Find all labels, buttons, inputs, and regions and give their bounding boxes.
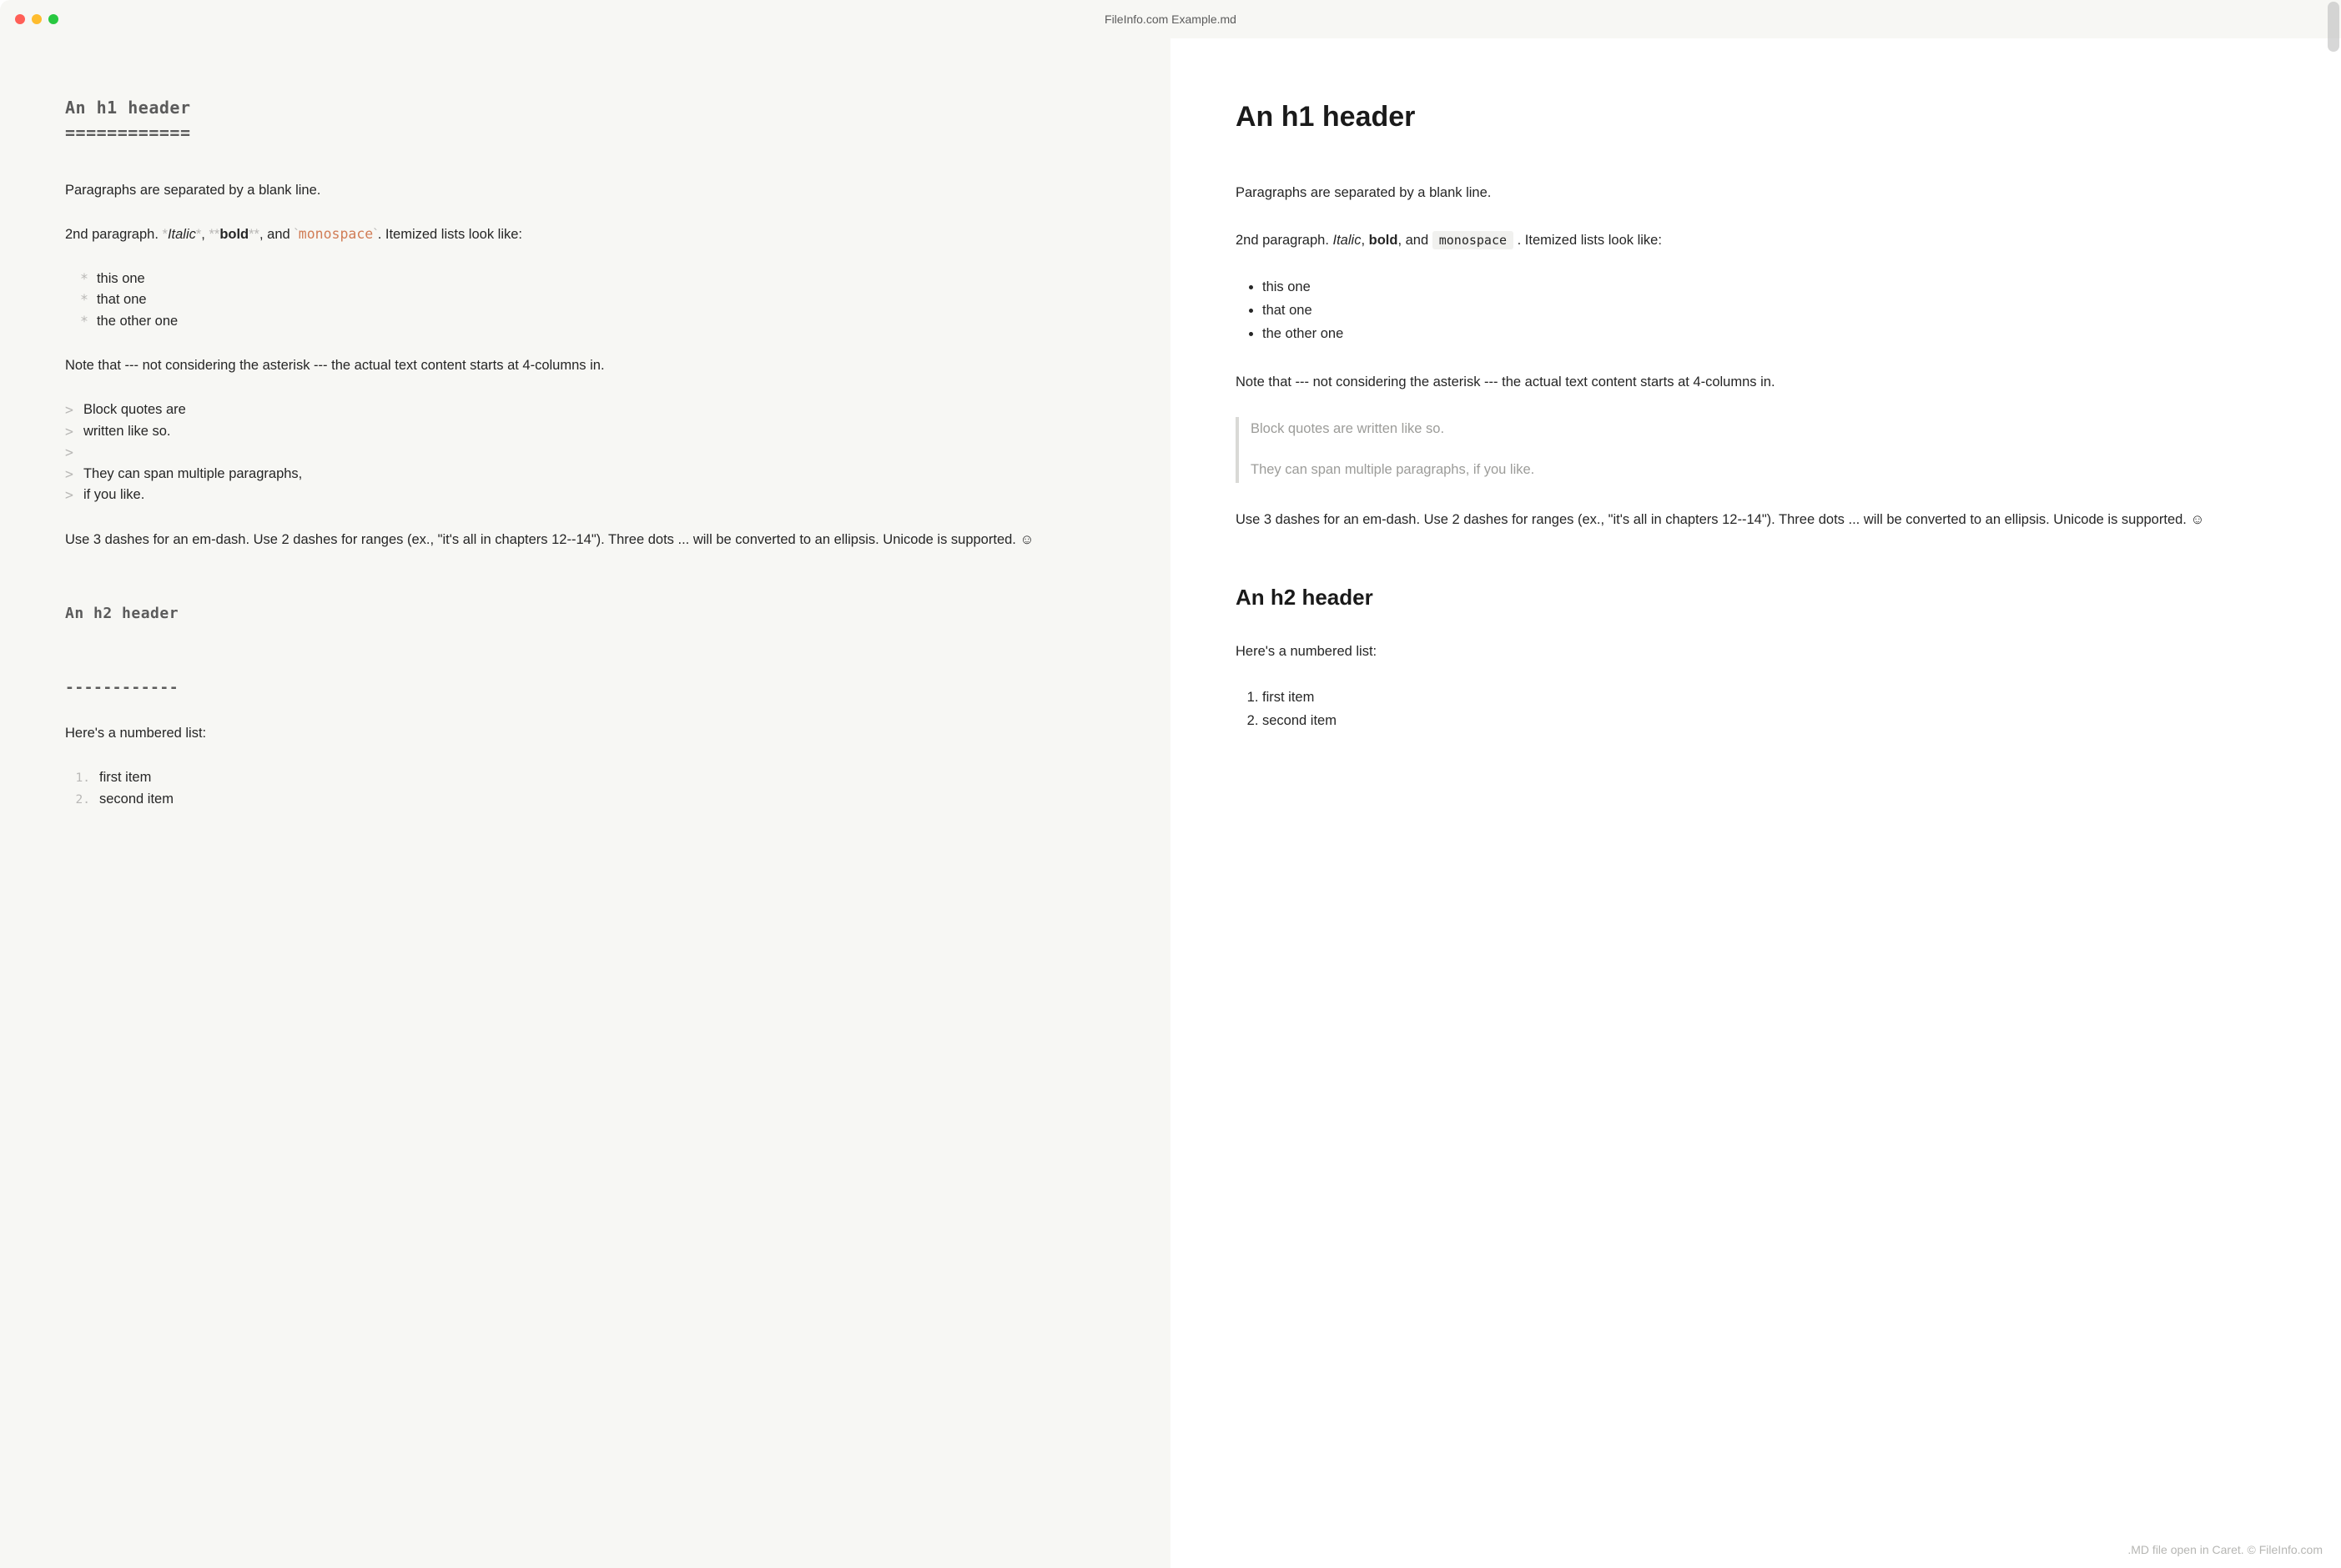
text: 2nd paragraph.	[65, 227, 163, 242]
code-chip: monospace	[1432, 231, 1513, 249]
source-unordered-list: * this one * that one * the other one	[65, 269, 1105, 333]
list-item: this one	[1262, 275, 2276, 299]
window-controls	[15, 14, 58, 24]
asterisk-icon: *	[80, 269, 88, 290]
source-h1-underline: ============	[65, 120, 1105, 145]
markdown-source-pane[interactable]: An h1 header ============ Paragraphs are…	[0, 38, 1170, 1568]
text: ,	[1361, 233, 1368, 248]
quote-marker-icon: >	[65, 464, 73, 485]
list-number: 2.	[75, 789, 90, 811]
text: 2nd paragraph.	[1236, 233, 1333, 248]
source-ordered-list: 1. first item 2. second item	[65, 767, 1105, 810]
list-item-text: first item	[99, 767, 151, 789]
quote-paragraph: Block quotes are written like so.	[1251, 419, 2276, 440]
list-item: * the other one	[65, 311, 1105, 333]
app-window: FileInfo.com Example.md An h1 header ===…	[0, 0, 2341, 1568]
list-item: * this one	[65, 269, 1105, 290]
rendered-numbered-intro: Here's a numbered list:	[1236, 641, 2276, 663]
source-blockquote: > Block quotes are > written like so. > > T…	[65, 400, 1105, 506]
list-item-text: second item	[99, 789, 174, 811]
rendered-unordered-list: this one that one the other one	[1236, 275, 2276, 345]
source-h2-text: An h2 header	[65, 602, 1105, 626]
text: , and	[259, 227, 294, 242]
source-note-paragraph: Note that --- not considering the asteri…	[65, 355, 1105, 376]
list-item: first item	[1262, 686, 2276, 709]
source-h2-underline: ------------	[65, 676, 1105, 700]
watermark-text: .MD file open in Caret. © FileInfo.com	[2127, 1543, 2323, 1556]
quote-line: > written like so.	[65, 421, 1105, 443]
bold-marker-open: **	[209, 227, 219, 242]
asterisk-icon: *	[80, 289, 88, 311]
italic-text: Italic	[168, 227, 196, 242]
rendered-blockquote: Block quotes are written like so. They c…	[1236, 417, 2276, 483]
list-item-text: the other one	[97, 311, 178, 333]
quote-line: > Block quotes are	[65, 400, 1105, 421]
maximize-window-button[interactable]	[48, 14, 58, 24]
quote-marker-icon: >	[65, 485, 73, 506]
window-title: FileInfo.com Example.md	[1105, 13, 1236, 26]
close-window-button[interactable]	[15, 14, 25, 24]
bold-text: bold	[1369, 233, 1398, 248]
quote-line: > They can span multiple paragraphs,	[65, 464, 1105, 485]
rendered-paragraph-2: 2nd paragraph. Italic, bold, and monospa…	[1236, 230, 2276, 252]
quote-text: written like so.	[83, 421, 171, 443]
list-item-text: this one	[97, 269, 145, 290]
source-numbered-intro: Here's a numbered list:	[65, 723, 1105, 744]
rendered-note-paragraph: Note that --- not considering the asteri…	[1236, 372, 2276, 394]
list-number: 1.	[75, 767, 90, 789]
list-item: * that one	[65, 289, 1105, 311]
source-h1-text: An h1 header	[65, 95, 1105, 120]
quote-line: > if you like.	[65, 485, 1105, 506]
markdown-preview-pane[interactable]: An h1 header Paragraphs are separated by…	[1170, 38, 2341, 1568]
rendered-h2: An h2 header	[1236, 580, 2276, 614]
vertical-scrollbar[interactable]	[2328, 2, 2339, 52]
source-paragraph-2: 2nd paragraph. *Italic*, **bold**, and `…	[65, 224, 1105, 245]
quote-marker-icon: >	[65, 400, 73, 421]
split-panes: An h1 header ============ Paragraphs are…	[0, 38, 2341, 1568]
source-dashes-paragraph: Use 3 dashes for an em-dash. Use 2 dashe…	[65, 530, 1105, 550]
rendered-h1: An h1 header	[1236, 95, 2276, 139]
list-item: that one	[1262, 299, 2276, 322]
minimize-window-button[interactable]	[32, 14, 42, 24]
quote-marker-icon: >	[65, 421, 73, 443]
list-item: second item	[1262, 709, 2276, 732]
text: . Itemized lists look like:	[378, 227, 522, 242]
bold-text: bold	[219, 227, 249, 242]
source-paragraph-1: Paragraphs are separated by a blank line…	[65, 180, 1105, 201]
quote-marker-icon: >	[65, 442, 73, 464]
list-item: the other one	[1262, 322, 2276, 345]
asterisk-icon: *	[80, 311, 88, 333]
rendered-dashes-paragraph: Use 3 dashes for an em-dash. Use 2 dashe…	[1236, 510, 2276, 531]
code-text: monospace	[299, 226, 373, 242]
text: , and	[1397, 233, 1432, 248]
quote-text: Block quotes are	[83, 400, 186, 421]
rendered-paragraph-1: Paragraphs are separated by a blank line…	[1236, 183, 2276, 204]
italic-text: Italic	[1333, 233, 1362, 248]
text: . Itemized lists look like:	[1513, 233, 1662, 248]
quote-paragraph: They can span multiple paragraphs, if yo…	[1251, 460, 2276, 481]
list-item: 2. second item	[65, 789, 1105, 811]
quote-text: They can span multiple paragraphs,	[83, 464, 302, 485]
list-item: 1. first item	[65, 767, 1105, 789]
title-bar: FileInfo.com Example.md	[0, 0, 2341, 38]
quote-line: >	[65, 442, 1105, 464]
rendered-ordered-list: first item second item	[1236, 686, 2276, 732]
bold-marker-close: **	[249, 227, 259, 242]
list-item-text: that one	[97, 289, 147, 311]
quote-text: if you like.	[83, 485, 144, 506]
